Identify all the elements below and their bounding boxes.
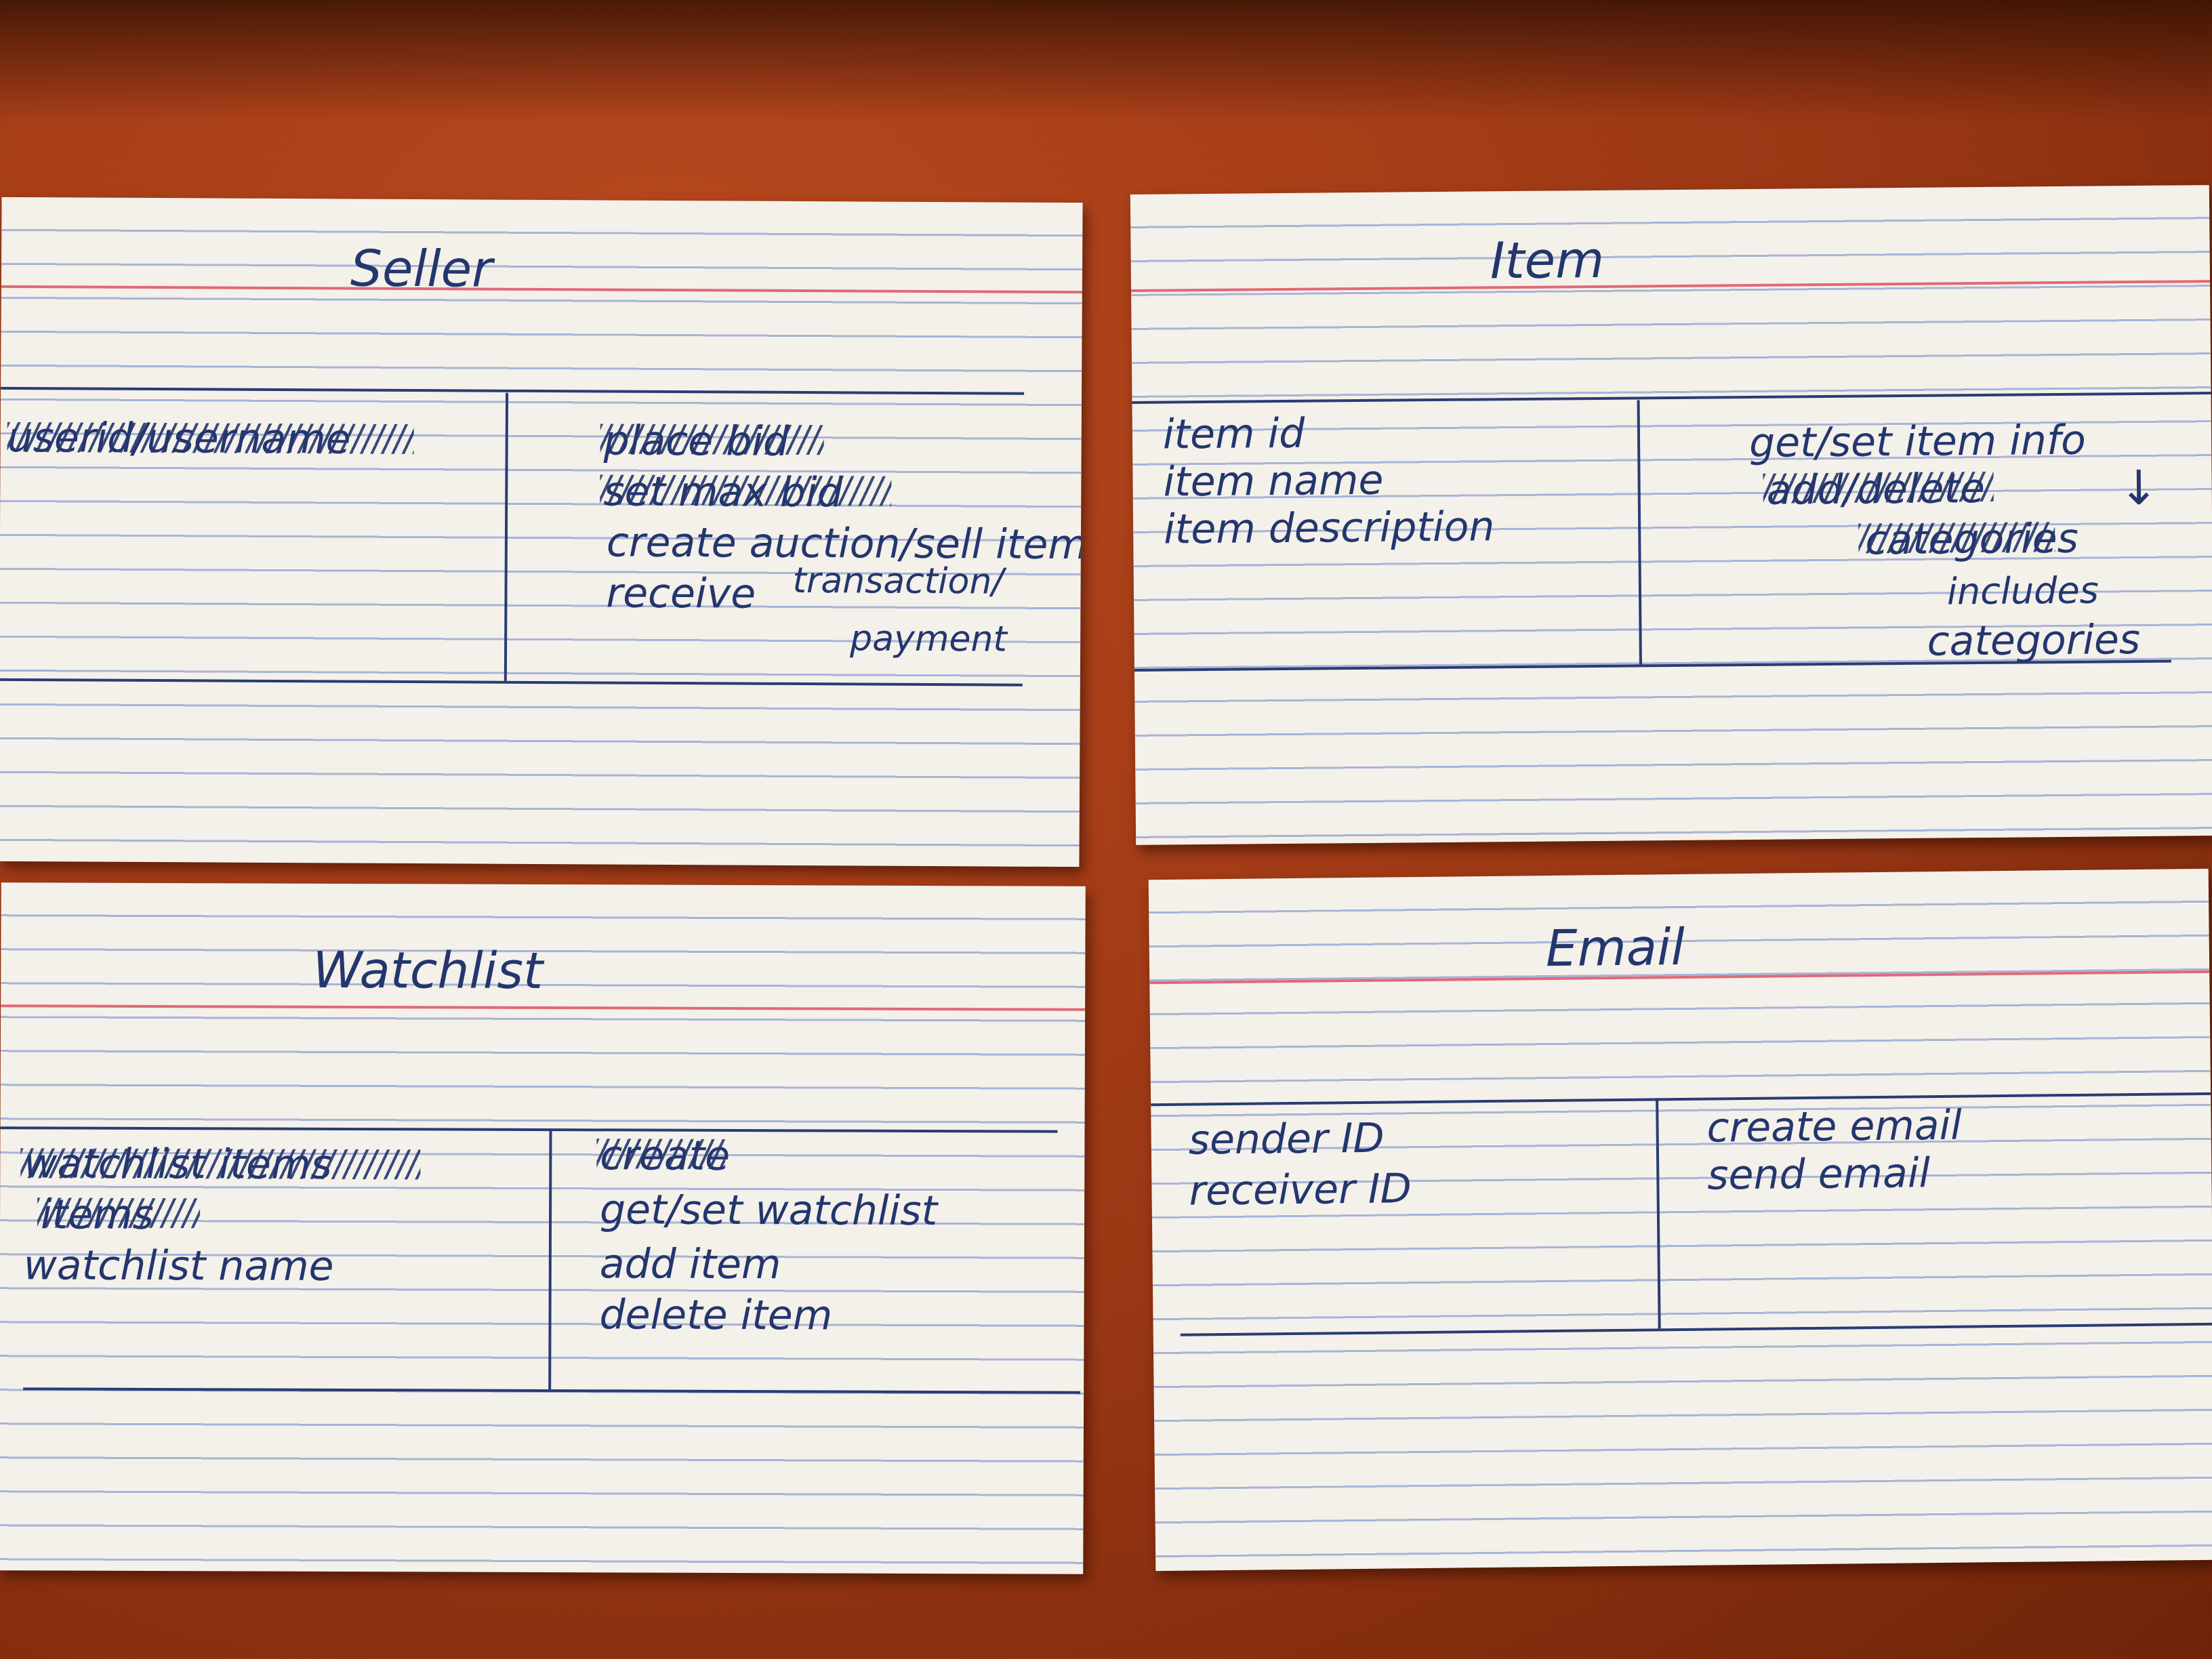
attribute: item name <box>1163 456 1384 506</box>
responsibility: transaction/ <box>792 560 1004 602</box>
scribble-mark <box>1763 471 1994 504</box>
responsibility: add item <box>599 1240 781 1289</box>
responsibility: create email <box>1706 1101 1963 1152</box>
seller-card: Seller userid/username place bid set max… <box>0 197 1083 867</box>
responsibility: send email <box>1706 1149 1931 1200</box>
scribble-mark <box>37 1197 201 1229</box>
responsibility: categories <box>1927 615 2141 665</box>
responsibility: get/set item info <box>1748 416 2087 468</box>
responsibility: includes <box>1946 569 2100 613</box>
scribble-mark <box>1858 522 2055 554</box>
responsibility: receive <box>606 569 756 618</box>
attribute: item id <box>1162 409 1305 459</box>
scribble-mark <box>600 424 824 455</box>
attribute: receiver ID <box>1189 1165 1412 1215</box>
scribble-mark <box>596 1139 726 1169</box>
attribute: watchlist name <box>23 1242 334 1290</box>
arrow-down-icon: ↓ <box>2118 459 2159 516</box>
item-card: Item item id item name item description … <box>1130 185 2212 845</box>
watchlist-card: Watchlist watchlist items items watchlis… <box>0 882 1086 1574</box>
card-title: Item <box>1490 230 1605 291</box>
scribble-mark <box>20 1148 421 1180</box>
responsibility: payment <box>850 618 1007 660</box>
email-card: Email sender ID receiver ID create email… <box>1148 868 2212 1572</box>
card-title: Seller <box>350 239 493 299</box>
attribute: item description <box>1163 503 1495 554</box>
background-shadow <box>0 0 2212 122</box>
scribble-mark <box>600 474 892 506</box>
responsibility: delete item <box>599 1291 833 1340</box>
attribute: sender ID <box>1188 1114 1385 1164</box>
card-title: Email <box>1545 918 1685 979</box>
scribble-mark <box>7 422 414 455</box>
card-title: Watchlist <box>312 941 544 1001</box>
responsibility: get/set watchlist <box>599 1186 938 1235</box>
